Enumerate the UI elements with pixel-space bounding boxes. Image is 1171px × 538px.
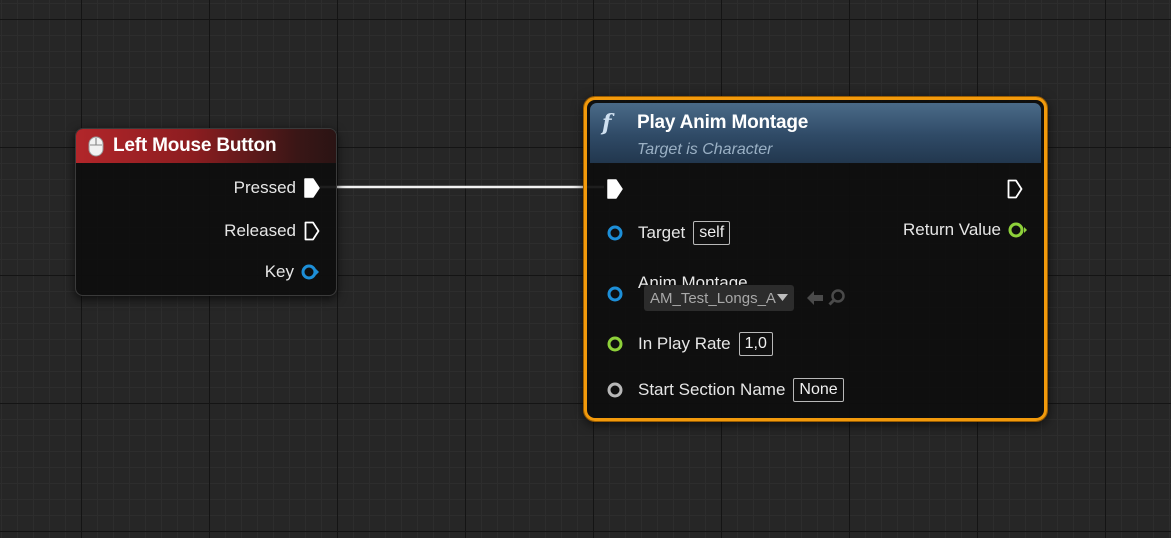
pressed-pin[interactable]: Pressed — [234, 178, 320, 198]
in-play-rate-field[interactable]: 1,0 — [738, 332, 773, 356]
event-node-title: Left Mouse Button — [113, 135, 277, 156]
target-pin[interactable]: Target self — [606, 221, 731, 245]
in-play-rate-pin[interactable]: In Play Rate 1,0 — [606, 332, 773, 356]
target-value-field[interactable]: self — [693, 221, 731, 245]
in-play-rate-label: In Play Rate — [638, 334, 731, 353]
browse-magnifier-icon[interactable] — [828, 289, 846, 307]
return-value-label: Return Value — [903, 220, 1001, 239]
key-pin[interactable]: Key — [265, 262, 320, 282]
pressed-pin-label: Pressed — [233, 178, 296, 197]
anim-montage-asset-picker[interactable]: AM_Test_Longs_A — [644, 285, 794, 311]
object-pin-icon[interactable] — [300, 264, 320, 280]
function-icon: f — [602, 110, 612, 136]
play-anim-montage-node[interactable]: f Play Anim Montage Target is Character … — [584, 97, 1047, 421]
float-pin-icon[interactable] — [1007, 222, 1029, 238]
mouse-icon — [88, 136, 104, 157]
float-pin-icon[interactable] — [606, 336, 626, 352]
start-section-name-field[interactable]: None — [793, 378, 844, 402]
dropdown-arrow-icon — [777, 294, 788, 301]
exec-pin-icon[interactable] — [304, 178, 320, 198]
exec-pin-icon[interactable] — [607, 179, 623, 199]
start-section-name-pin[interactable]: Start Section Name None — [606, 378, 844, 402]
event-node-header[interactable]: Left Mouse Button — [76, 129, 336, 163]
function-node-title: Play Anim Montage — [637, 112, 809, 133]
object-pin-icon[interactable] — [606, 286, 626, 302]
function-node-subtitle: Target is Character — [637, 141, 773, 158]
released-pin-label: Released — [224, 221, 296, 240]
use-selected-arrow-icon[interactable] — [806, 290, 824, 306]
key-pin-label: Key — [264, 262, 294, 281]
released-pin[interactable]: Released — [224, 221, 320, 241]
target-pin-label: Target — [638, 223, 686, 242]
left-mouse-button-event-node[interactable]: Left Mouse Button Pressed Released Key — [75, 128, 337, 296]
exec-in-pin[interactable] — [607, 179, 623, 199]
exec-pin-icon[interactable] — [1007, 179, 1023, 199]
function-node-header[interactable]: f Play Anim Montage Target is Character — [590, 103, 1041, 163]
exec-pin-icon[interactable] — [304, 221, 320, 241]
exec-out-pin[interactable] — [1007, 179, 1023, 199]
object-pin-icon[interactable] — [606, 225, 626, 241]
name-pin-icon[interactable] — [606, 382, 626, 398]
start-section-name-label: Start Section Name — [638, 380, 786, 399]
return-value-pin[interactable]: Return Value — [903, 220, 1029, 240]
anim-montage-value: AM_Test_Longs_A — [650, 289, 776, 307]
